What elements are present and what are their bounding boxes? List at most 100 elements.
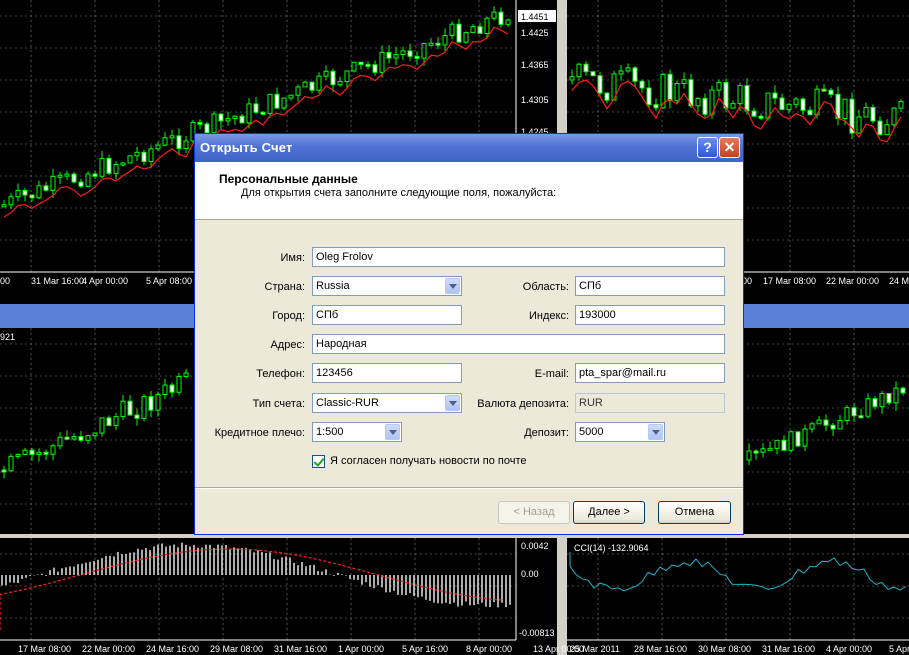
cancel-button[interactable]: Отмена — [658, 501, 731, 524]
candle-body — [8, 455, 14, 472]
candle-body — [106, 417, 112, 427]
candle-body — [702, 97, 708, 115]
candle-body — [358, 61, 364, 65]
candle-body — [36, 451, 42, 455]
candle-body — [225, 118, 231, 122]
candle-body — [428, 42, 434, 46]
candle-body — [15, 189, 21, 198]
dialog-title: Открыть Счет — [200, 140, 293, 155]
candle-body — [774, 439, 780, 449]
candle-body — [442, 34, 448, 46]
candle-body — [148, 396, 154, 411]
candle-body — [830, 424, 836, 430]
candle-body — [842, 98, 848, 119]
address-input[interactable]: Народная — [312, 334, 725, 354]
time-label: 24 Mar 16:00 — [146, 644, 199, 654]
zip-input[interactable]: 193000 — [575, 305, 725, 325]
deposit-select[interactable]: 5000 — [575, 422, 665, 442]
candle-body — [344, 70, 350, 83]
deposit-label: Депозит: — [524, 427, 569, 439]
candle-body — [793, 98, 799, 105]
region-label: Область: — [522, 281, 569, 293]
candle-body — [856, 116, 862, 134]
candle-body — [758, 115, 764, 119]
time-label: 8 Apr 00:00 — [466, 644, 512, 654]
candle-body — [127, 400, 133, 416]
candle-body — [781, 439, 787, 451]
chevron-down-icon[interactable] — [445, 278, 460, 294]
candle-body — [295, 86, 301, 96]
candle-body — [22, 449, 28, 455]
candle-body — [886, 393, 892, 404]
price-label: 1.4451 — [521, 12, 549, 22]
chevron-down-icon[interactable] — [648, 424, 663, 440]
name-input[interactable]: Oleg Frolov — [312, 247, 725, 267]
time-label: 25 Mar 2011 — [570, 644, 620, 654]
candle-body — [800, 98, 806, 111]
candle-body — [746, 450, 752, 461]
candle-body — [569, 76, 575, 81]
candle-body — [134, 414, 140, 419]
candle-body — [877, 120, 883, 136]
city-input[interactable]: СПб — [312, 305, 462, 325]
leverage-select[interactable]: 1:500 — [312, 422, 402, 442]
candle-body — [618, 70, 624, 75]
candle-body — [653, 104, 659, 109]
open-account-dialog: Открыть Счет ? ✕ Персональные данные Для… — [194, 133, 744, 535]
newsletter-label[interactable]: Я согласен получать новости по почте — [330, 455, 526, 467]
close-button[interactable]: ✕ — [719, 137, 740, 158]
candle-body — [267, 93, 273, 114]
candle-body — [1, 204, 7, 208]
candle-body — [22, 189, 28, 196]
divider — [195, 487, 743, 489]
time-label: 22 Mar 00:00 — [826, 276, 879, 286]
back-button[interactable]: < Назад — [498, 501, 570, 524]
email-input[interactable]: pta_spar@mail.ru — [575, 363, 725, 383]
candle-body — [667, 73, 673, 102]
candle-body — [316, 75, 322, 91]
candle-body — [50, 445, 56, 455]
candle-body — [169, 384, 175, 393]
account-type-select[interactable]: Classic-RUR — [312, 393, 462, 413]
candle-body — [891, 107, 897, 126]
candle-body — [379, 51, 385, 73]
candle-body — [43, 185, 49, 191]
candle-body — [788, 431, 794, 451]
account-type-value: Classic-RUR — [316, 397, 379, 409]
time-label: 31 Mar 16:00 — [31, 276, 84, 286]
region-input[interactable]: СПб — [575, 276, 725, 296]
candle-body — [879, 393, 885, 408]
candle-body — [71, 173, 77, 183]
candle-body — [99, 417, 105, 434]
candle-body — [760, 448, 766, 453]
dialog-titlebar[interactable]: Открыть Счет ? ✕ — [195, 134, 743, 162]
candle-body — [64, 436, 70, 440]
candle-body — [29, 194, 35, 199]
candle-body — [309, 81, 315, 91]
header-title: Персональные данные — [219, 172, 358, 186]
candle-body — [863, 106, 869, 118]
candle-body — [716, 81, 722, 91]
candle-body — [484, 17, 490, 34]
candle-body — [71, 436, 77, 440]
newsletter-checkbox[interactable] — [312, 455, 325, 468]
candle-body — [604, 92, 610, 101]
next-button[interactable]: Далее > — [573, 501, 645, 524]
country-select[interactable]: Russia — [312, 276, 462, 296]
candle-body — [162, 384, 168, 396]
candle-body — [113, 164, 119, 174]
help-button[interactable]: ? — [697, 137, 718, 158]
currency-label: Валюта депозита: — [477, 398, 569, 410]
chevron-down-icon[interactable] — [385, 424, 400, 440]
candle-body — [407, 50, 413, 57]
phone-input[interactable]: 123456 — [312, 363, 462, 383]
candle-body — [858, 415, 864, 419]
candle-body — [802, 428, 808, 447]
time-label: 24 M — [889, 276, 909, 286]
email-label: E-mail: — [534, 368, 569, 380]
candle-body — [57, 174, 63, 178]
candle-body — [302, 81, 308, 88]
candle-body — [232, 115, 238, 120]
candle-body — [681, 79, 687, 85]
time-label: 17 Mar 08:00 — [18, 644, 71, 654]
